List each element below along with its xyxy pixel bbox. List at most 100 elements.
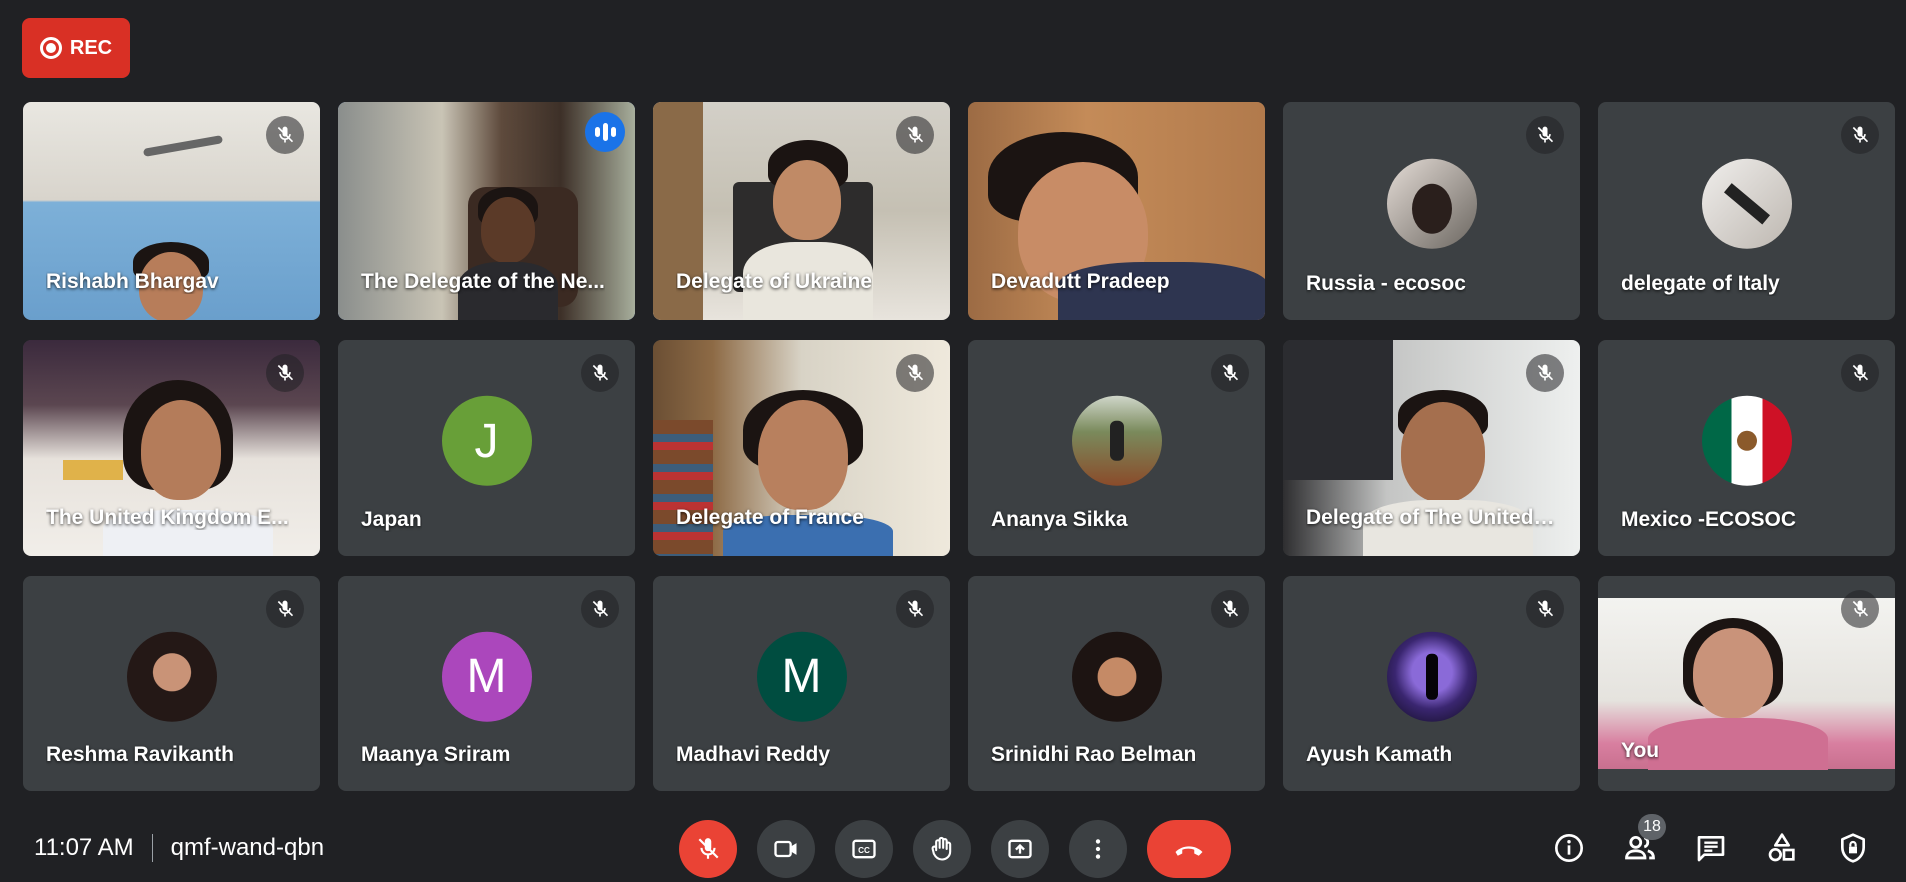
mic-off-icon [266, 116, 304, 154]
current-time: 11:07 AM [34, 834, 134, 861]
meeting-details-button[interactable] [1547, 826, 1591, 870]
mic-off-icon [1211, 354, 1249, 392]
participant-name: The United Kingdom E... [46, 506, 289, 529]
mic-off-icon [1841, 354, 1879, 392]
mexico-flag-icon [1736, 430, 1757, 451]
speaking-indicator-icon [585, 112, 625, 152]
mic-off-icon [1526, 590, 1564, 628]
mic-off-icon [1526, 116, 1564, 154]
mic-off-icon [698, 838, 719, 859]
captions-icon: CC [852, 839, 876, 859]
mic-off-icon [1211, 590, 1249, 628]
chat-button[interactable] [1689, 826, 1733, 870]
camera-icon [774, 840, 797, 858]
activities-icon [1768, 833, 1795, 862]
participant-tile[interactable]: Delegate of Ukraine [653, 102, 950, 320]
participant-tile[interactable]: M Maanya Sriram [338, 576, 635, 791]
participant-tile[interactable]: M Madhavi Reddy [653, 576, 950, 791]
participant-name: You [1621, 739, 1660, 762]
participant-name: Reshma Ravikanth [46, 743, 234, 766]
participant-tile[interactable]: Rishabh Bhargav [23, 102, 320, 320]
mic-off-icon [896, 116, 934, 154]
participant-count-badge: 18 [1638, 814, 1666, 840]
participant-name: Devadutt Pradeep [991, 270, 1170, 293]
mic-off-icon [896, 590, 934, 628]
end-call-icon [1175, 846, 1203, 856]
mic-off-icon [1841, 590, 1879, 628]
participant-tile[interactable]: Delegate of The United ... [1283, 340, 1580, 556]
svg-text:CC: CC [858, 846, 870, 855]
host-controls-button[interactable] [1831, 826, 1875, 870]
meeting-code: qmf-wand-qbn [170, 834, 325, 861]
meeting-toolbar: 11:07 AM qmf-wand-qbn CC 18 [0, 808, 1906, 882]
participant-grid: Rishabh Bhargav The Delegate of the Ne..… [23, 102, 1895, 791]
host-controls-icon [1841, 833, 1865, 863]
mic-off-icon [266, 590, 304, 628]
captions-button[interactable]: CC [835, 820, 893, 878]
participant-name: Srinidhi Rao Belman [991, 743, 1197, 766]
record-icon [39, 37, 62, 59]
avatar-initial: M [781, 649, 822, 703]
recording-indicator: REC [22, 18, 130, 78]
participants-button[interactable]: 18 [1618, 814, 1666, 870]
mic-off-icon [1841, 116, 1879, 154]
raise-hand-button[interactable] [913, 820, 971, 878]
more-options-icon [1095, 839, 1101, 859]
camera-toggle-button[interactable] [757, 820, 815, 878]
divider [151, 834, 153, 862]
participant-tile[interactable]: Reshma Ravikanth [23, 576, 320, 791]
participant-name: The Delegate of the Ne... [361, 270, 605, 293]
mic-off-icon [581, 354, 619, 392]
participant-name: Delegate of France [676, 506, 864, 529]
participant-tile[interactable]: Russia - ecosoc [1283, 102, 1580, 320]
participant-name: Russia - ecosoc [1306, 272, 1466, 295]
participant-avatar [1701, 395, 1792, 486]
mic-toggle-button[interactable] [679, 820, 737, 878]
participant-name: Ananya Sikka [991, 508, 1128, 531]
participant-avatar [1071, 395, 1162, 486]
participant-name: Mexico -ECOSOC [1621, 508, 1797, 531]
participant-tile[interactable]: Mexico -ECOSOC [1598, 340, 1895, 556]
mic-off-icon [266, 354, 304, 392]
participant-tile[interactable]: Ananya Sikka [968, 340, 1265, 556]
recording-label: REC [69, 36, 113, 59]
raise-hand-icon [931, 836, 952, 861]
participant-avatar [1701, 158, 1792, 249]
participant-name: Japan [361, 508, 422, 531]
participant-avatar [126, 631, 217, 722]
participant-tile[interactable]: Devadutt Pradeep [968, 102, 1265, 320]
chat-icon [1697, 836, 1725, 862]
participant-avatar [1386, 158, 1477, 249]
participant-tile-speaking[interactable]: The Delegate of the Ne... [338, 102, 635, 320]
participant-avatar [1071, 631, 1162, 722]
participant-avatar: J [441, 395, 532, 486]
participant-avatar: M [441, 631, 532, 722]
info-icon [1555, 834, 1583, 862]
participant-name: Ayush Kamath [1306, 743, 1453, 766]
participant-name: Madhavi Reddy [676, 743, 831, 766]
participant-tile[interactable]: J Japan [338, 340, 635, 556]
participant-tile[interactable]: Srinidhi Rao Belman [968, 576, 1265, 791]
participant-name: delegate of Italy [1621, 272, 1780, 295]
activities-button[interactable] [1760, 826, 1804, 870]
participant-avatar: M [756, 631, 847, 722]
participant-tile-self[interactable]: You [1598, 576, 1895, 791]
participant-tile[interactable]: delegate of Italy [1598, 102, 1895, 320]
participant-tile[interactable]: Delegate of France [653, 340, 950, 556]
participant-tile[interactable]: Ayush Kamath [1283, 576, 1580, 791]
avatar-initial: J [474, 414, 499, 468]
participant-name: Maanya Sriram [361, 743, 511, 766]
mic-off-icon [581, 590, 619, 628]
mic-off-icon [896, 354, 934, 392]
participant-tile[interactable]: The United Kingdom E... [23, 340, 320, 556]
present-screen-button[interactable] [991, 820, 1049, 878]
avatar-initial: M [466, 649, 507, 703]
participant-name: Delegate of Ukraine [676, 270, 873, 293]
participant-name: Rishabh Bhargav [46, 270, 219, 293]
participant-avatar [1386, 631, 1477, 722]
participant-name: Delegate of The United ... [1306, 506, 1556, 529]
leave-call-button[interactable] [1147, 820, 1231, 878]
mic-off-icon [1526, 354, 1564, 392]
meeting-info: 11:07 AM qmf-wand-qbn [34, 834, 324, 862]
more-options-button[interactable] [1069, 820, 1127, 878]
